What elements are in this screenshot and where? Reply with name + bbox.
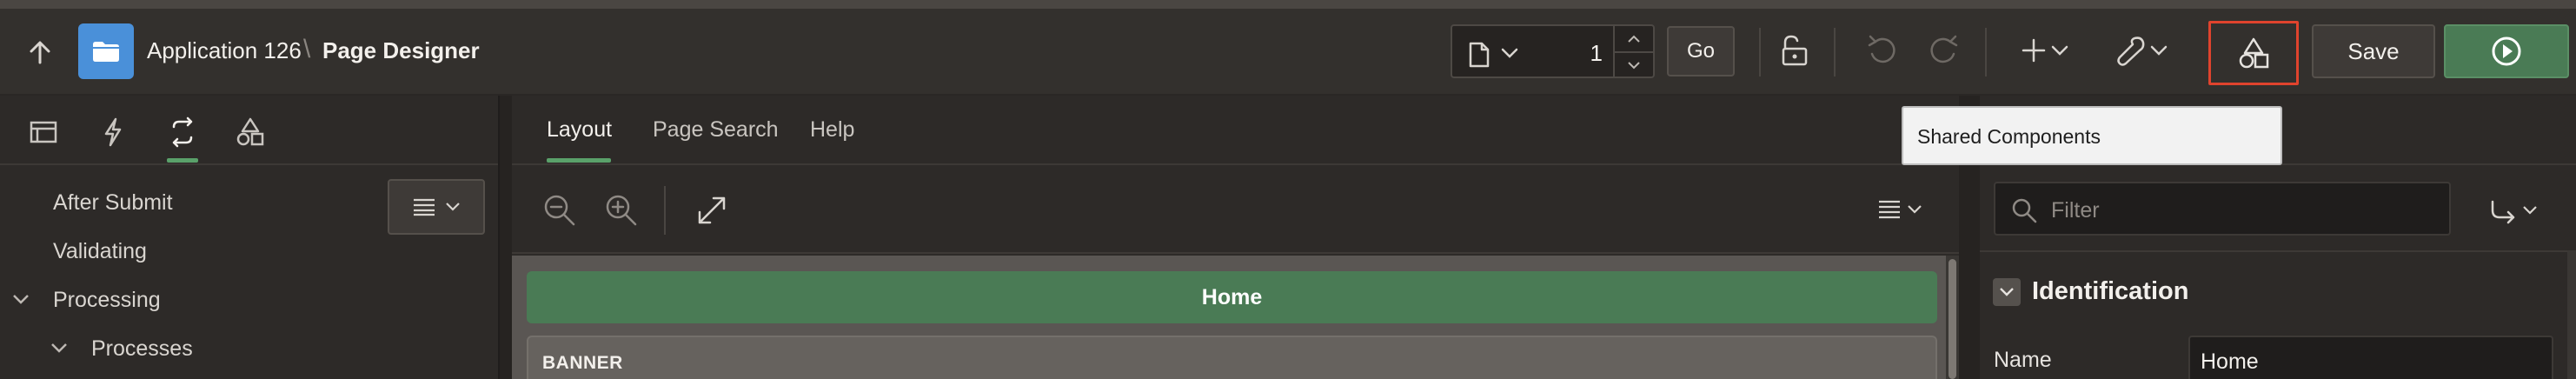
save-button[interactable]: Save [2312, 24, 2435, 78]
chevron-down-icon[interactable] [1501, 47, 1518, 59]
lock-icon[interactable] [1778, 33, 1811, 68]
top-toolbar: Application 126 \ Page Designer 1 Go Sav… [0, 0, 2576, 96]
chevron-down-icon[interactable] [1615, 51, 1653, 76]
center-pane: Layout Page Search Help Home BANNER [512, 96, 1959, 379]
zoom-in-icon[interactable] [604, 193, 639, 228]
tab-help[interactable]: Help [810, 117, 854, 143]
folder-icon[interactable] [78, 23, 134, 79]
scrollbar[interactable] [2567, 250, 2576, 379]
plus-icon[interactable] [2022, 33, 2072, 68]
section-title[interactable]: Identification [2032, 277, 2188, 306]
page-stepper[interactable] [1613, 26, 1653, 76]
page-selector[interactable]: 1 [1451, 24, 1655, 78]
filter-placeholder: Filter [2051, 198, 2100, 223]
page-title: Page Designer [322, 37, 480, 63]
tree-node-after-submit[interactable]: After Submit [53, 190, 173, 216]
go-to-group-icon[interactable] [2489, 198, 2541, 224]
undo-icon[interactable] [1865, 33, 1900, 68]
identification-section: Identification Name Home [1980, 250, 2567, 379]
divider [1985, 28, 1987, 76]
shared-components-icon[interactable] [233, 115, 268, 150]
shared-components-tooltip: Shared Components [1902, 106, 2282, 165]
chevron-down-icon[interactable] [12, 293, 30, 305]
redo-icon[interactable] [1926, 33, 1961, 68]
layout-canvas: Home BANNER [512, 256, 1955, 379]
tooltip-text: Shared Components [1917, 125, 2101, 148]
run-button[interactable] [2444, 24, 2569, 78]
center-tabs: Layout Page Search Help [512, 96, 1959, 165]
divider [664, 186, 666, 235]
zoom-out-icon[interactable] [542, 193, 577, 228]
dynamic-actions-icon[interactable] [96, 115, 130, 150]
tab-layout[interactable]: Layout [547, 117, 612, 143]
play-icon [2490, 35, 2523, 68]
chevron-down-icon [445, 202, 461, 212]
tab-page-search[interactable]: Page Search [653, 117, 779, 143]
menu-lines-icon [412, 197, 436, 216]
page-designer: Application 126 \ Page Designer 1 Go Sav… [0, 0, 2576, 379]
layout-toolbar [512, 167, 1959, 254]
divider [1834, 28, 1836, 76]
top-edge [0, 0, 2576, 9]
tree-menu-button[interactable] [388, 179, 485, 235]
breadcrumb-separator: \ [303, 35, 311, 63]
up-arrow-icon[interactable] [24, 39, 56, 65]
left-pane: After Submit Validating Processing Proce… [0, 96, 500, 379]
shared-components-button[interactable] [2208, 21, 2299, 85]
filter-input[interactable]: Filter [1994, 182, 2451, 236]
active-tab-indicator [547, 158, 611, 163]
chevron-down-icon[interactable] [50, 342, 68, 354]
expand-icon[interactable] [694, 193, 729, 228]
banner-region[interactable]: BANNER [527, 336, 1937, 379]
tree-node-processes[interactable]: Processes [91, 336, 193, 362]
chevron-down-icon[interactable] [1993, 278, 2021, 306]
pane-splitter[interactable] [500, 96, 512, 379]
application-title[interactable]: Application 126 [147, 37, 302, 64]
name-field[interactable]: Home [2188, 336, 2553, 379]
page-region-home[interactable]: Home [527, 271, 1937, 323]
tree-node-validating[interactable]: Validating [53, 239, 147, 264]
chevron-up-icon[interactable] [1615, 26, 1653, 51]
tree-node-processing[interactable]: Processing [53, 288, 161, 313]
page-number-input[interactable]: 1 [1590, 40, 1603, 67]
divider [1759, 28, 1761, 76]
go-button[interactable]: Go [1667, 26, 1735, 76]
left-pane-tabs [0, 96, 498, 165]
name-label: Name [1994, 348, 2052, 372]
processing-icon[interactable] [165, 115, 200, 150]
layout-menu-icon[interactable] [1877, 198, 1926, 223]
rendering-icon[interactable] [26, 115, 61, 150]
name-value: Home [2201, 349, 2259, 374]
scrollbar-thumb[interactable] [1949, 259, 1956, 379]
shapes-icon [2236, 36, 2271, 70]
scrollbar[interactable] [1946, 256, 1959, 379]
page-icon[interactable] [1468, 42, 1490, 68]
wrench-icon[interactable] [2115, 33, 2171, 68]
search-icon [2011, 197, 2037, 223]
active-tab-indicator [167, 158, 198, 163]
banner-label: BANNER [542, 353, 623, 373]
